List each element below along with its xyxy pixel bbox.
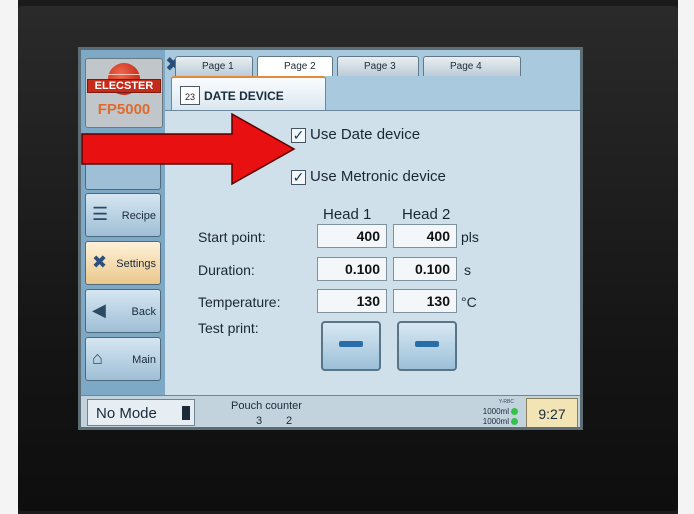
status-ok-icon bbox=[511, 418, 518, 426]
temperature-head-2-field[interactable]: 130 bbox=[393, 289, 457, 313]
mode-select[interactable]: No Mode bbox=[87, 399, 195, 426]
head-2-header: Head 2 bbox=[402, 206, 451, 223]
tab-page-3[interactable]: Page 3 bbox=[337, 56, 419, 76]
settings-button[interactable]: ✖ Settings bbox=[85, 241, 161, 285]
duration-head-1-field[interactable]: 0.100 bbox=[317, 257, 387, 281]
start-point-unit: pls bbox=[461, 229, 479, 245]
flow-2-value: 1000ml bbox=[482, 417, 509, 426]
touch-screen: ELECSTER FP5000 ☰ Recipe ✖ Settings ◀ Ba… bbox=[78, 47, 583, 430]
test-print-head-2-button[interactable] bbox=[397, 321, 457, 371]
list-icon: ☰ bbox=[92, 204, 109, 224]
settings-label: Settings bbox=[116, 258, 156, 270]
arrow-left-icon: ◀ bbox=[92, 300, 106, 320]
pouch-counter-head-2: 2 bbox=[286, 415, 293, 427]
flow-small-label: Y-RBC bbox=[498, 399, 514, 405]
panel-header: 23 DATE DEVICE bbox=[171, 76, 326, 110]
main-button[interactable]: ⌂ Main bbox=[85, 337, 161, 381]
recipe-button[interactable]: ☰ Recipe bbox=[85, 193, 161, 237]
tab-page-1[interactable]: Page 1 bbox=[175, 56, 253, 76]
back-label: Back bbox=[131, 306, 156, 318]
flow-indicator-1: 1000ml bbox=[483, 407, 518, 416]
test-print-head-1-button[interactable] bbox=[321, 321, 381, 371]
background-left bbox=[0, 0, 18, 514]
calendar-icon: 23 bbox=[180, 86, 200, 105]
home-icon: ⌂ bbox=[92, 348, 103, 368]
test-print-label: Test print: bbox=[198, 320, 259, 336]
tab-page-4[interactable]: Page 4 bbox=[423, 56, 521, 76]
flow-1-value: 1000ml bbox=[482, 407, 509, 416]
red-arrow-icon bbox=[81, 112, 296, 186]
recipe-label: Recipe bbox=[121, 210, 156, 222]
mode-value: No Mode bbox=[96, 405, 157, 422]
temperature-label: Temperature: bbox=[198, 294, 281, 310]
start-point-head-2-field[interactable]: 400 bbox=[393, 224, 457, 248]
dropdown-arrow-icon bbox=[182, 406, 190, 420]
duration-unit: s bbox=[464, 262, 471, 278]
background-right bbox=[678, 0, 694, 514]
status-bar: No Mode Pouch counter 3 2 Y-RBC 1000ml 1… bbox=[81, 395, 580, 427]
start-point-head-1-field[interactable]: 400 bbox=[317, 224, 387, 248]
main-label: Main bbox=[132, 354, 156, 366]
brand-name: ELECSTER bbox=[87, 79, 161, 93]
duration-label: Duration: bbox=[198, 262, 255, 278]
back-button[interactable]: ◀ Back bbox=[85, 289, 161, 333]
temperature-unit: °C bbox=[461, 294, 477, 310]
tab-page-2[interactable]: Page 2 bbox=[257, 56, 333, 76]
duration-head-2-field[interactable]: 0.100 bbox=[393, 257, 457, 281]
use-date-device-label: Use Date device bbox=[310, 126, 421, 143]
clock: 9:27 bbox=[526, 398, 578, 427]
temperature-head-1-field[interactable]: 130 bbox=[317, 289, 387, 313]
sidebar: ELECSTER FP5000 ☰ Recipe ✖ Settings ◀ Ba… bbox=[81, 50, 165, 395]
tools-icon: ✖ bbox=[92, 252, 108, 272]
flow-indicator-2: 1000ml bbox=[483, 417, 518, 426]
status-ok-icon bbox=[511, 408, 518, 416]
head-1-header: Head 1 bbox=[323, 206, 372, 223]
panel-title: DATE DEVICE bbox=[204, 89, 284, 103]
pouch-counter-head-1: 3 bbox=[256, 415, 263, 427]
pouch-counter-label: Pouch counter bbox=[231, 400, 302, 412]
use-metronic-device-label: Use Metronic device bbox=[310, 168, 446, 185]
start-point-label: Start point: bbox=[198, 229, 266, 245]
